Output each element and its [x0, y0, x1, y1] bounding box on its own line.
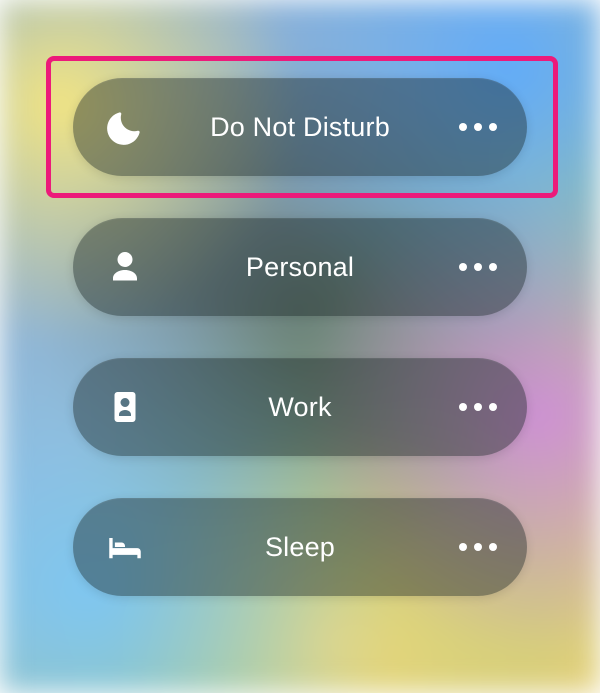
- ellipsis-dot-icon: [459, 263, 467, 271]
- ellipsis-dot-icon: [459, 123, 467, 131]
- ellipsis-dot-icon: [489, 403, 497, 411]
- ellipsis-dot-icon: [474, 263, 482, 271]
- person-icon: [103, 245, 147, 289]
- ellipsis-dot-icon: [489, 543, 497, 551]
- focus-row-personal[interactable]: Personal: [73, 218, 527, 316]
- ellipsis-dot-icon: [489, 123, 497, 131]
- focus-row-sleep[interactable]: Sleep: [73, 498, 527, 596]
- ellipsis-dot-icon: [474, 543, 482, 551]
- ellipsis-dot-icon: [459, 543, 467, 551]
- more-options-personal[interactable]: [459, 218, 497, 316]
- ellipsis-dot-icon: [474, 123, 482, 131]
- focus-row-do-not-disturb[interactable]: Do Not Disturb: [73, 78, 527, 176]
- ellipsis-dot-icon: [489, 263, 497, 271]
- more-options-do-not-disturb[interactable]: [459, 78, 497, 176]
- ellipsis-dot-icon: [459, 403, 467, 411]
- ellipsis-dot-icon: [474, 403, 482, 411]
- more-options-work[interactable]: [459, 358, 497, 456]
- focus-row-work[interactable]: Work: [73, 358, 527, 456]
- bed-icon: [103, 525, 147, 569]
- more-options-sleep[interactable]: [459, 498, 497, 596]
- moon-icon: [103, 105, 147, 149]
- focus-mode-panel: Do Not Disturb Personal Work: [0, 0, 600, 693]
- badge-icon: [103, 385, 147, 429]
